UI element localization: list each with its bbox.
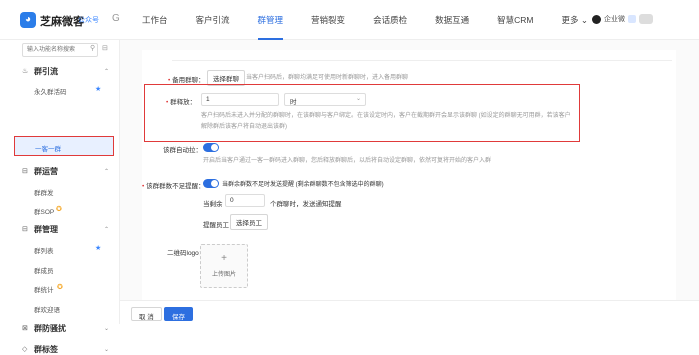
account-label[interactable]: 公众号 [78,15,99,25]
sidebar-group-manage[interactable]: 群管理 [34,224,58,235]
chevron-up-icon[interactable]: ⌃ [104,226,109,233]
remain-prefix: 当剩余 [203,201,223,208]
group-manage-icon: ⊟ [22,226,28,233]
cancel-button[interactable]: 取 消 [131,307,162,321]
not-enough-toggle[interactable] [203,179,219,188]
upload-image-button[interactable]: + 上传图片 [200,244,248,288]
sidebar-item-stats[interactable]: 群统计 [34,284,54,294]
divider [172,60,672,61]
remain-count-input[interactable] [225,194,265,207]
collapse-icon[interactable]: ⊟ [102,44,108,52]
switch-icon[interactable]: G [112,13,120,24]
autopull-toggle[interactable] [203,143,219,152]
not-enough-hint: 当群余群数不足时发送提醒 (剩余群聊数不包含筛选中的群聊) [222,182,384,188]
sidebar-item-group-list[interactable]: 群列表 [34,245,54,255]
nav-group-management[interactable]: 群管理 [244,0,298,40]
release-unit-select[interactable]: 时 ⌄ [284,93,366,106]
sidebar-group-ops[interactable]: 群运营 [34,166,58,177]
user-menu[interactable]: 企业微 [592,14,653,24]
upload-image-label: 上传图片 [211,272,236,278]
sidebar-item-sop[interactable]: 群SOP [34,206,54,216]
save-button[interactable]: 保存 [164,307,193,321]
release-time-input[interactable] [201,93,279,106]
user-name: 企业微 [604,16,625,23]
vip-medal-icon: ✪ [56,206,62,213]
group-ops-icon: ⊟ [22,168,28,175]
backup-group-label: • 备用群聊： [168,77,205,84]
chevron-down-icon: ⌄ [355,96,361,102]
form-footer [120,300,699,324]
function-search-input[interactable] [22,43,98,57]
remain-suffix: 个群聊时，发送通知提醒 [270,201,342,208]
chevron-down-icon[interactable]: ⌄ [104,325,109,332]
not-enough-label-text: 该群群数不足提醒： [146,183,205,190]
star-icon[interactable]: ★ [95,244,101,252]
group-anti-harass-icon: ⊠ [22,325,28,332]
select-staff-button[interactable]: 选择员工 [230,214,268,230]
autopull-label: 该群自动拉： [163,147,202,154]
release-label-text: 群释放： [170,99,197,106]
sidebar-group-tags[interactable]: 群标签 [34,344,58,355]
nav-data[interactable]: 数据互通 [421,0,483,40]
sidebar: ⚲ ⊟ ♨ 群引流 ⌃ 永久群活码 ★ 一客一群 ⊟ 群运营 ⌃ 群群发 群SO… [0,40,120,354]
group-drain-icon: ♨ [22,68,29,75]
sidebar-item-permanent-code[interactable]: 永久群活码 [34,86,67,96]
sidebar-item-one-customer-one-group[interactable]: 一客一群 [14,136,114,156]
nav-customer-acquisition[interactable]: 客户引流 [182,0,244,40]
autopull-hint: 开启后当客户通过一客一群码进入群聊，您后释放群聊后，以后将自动设定群聊，依然可复… [203,158,492,164]
sidebar-item-welcome[interactable]: 群欢迎语 [34,304,60,314]
nav-marketing[interactable]: 营销裂变 [297,0,359,40]
main-nav: 工作台 客户引流 群管理 营销裂变 会话质检 数据互通 智慧CRM 更多 ⌄ [128,0,602,40]
sidebar-item-members[interactable]: 群成员 [34,265,54,275]
group-tag-icon: ◇ [22,346,28,353]
chevron-up-icon[interactable]: ⌃ [104,68,109,75]
chevron-up-icon[interactable]: ⌃ [104,168,109,175]
app-logo-icon: ◕ [20,12,36,28]
sidebar-group-anti-harass[interactable]: 群防骚扰 [34,323,66,334]
nav-crm[interactable]: 智慧CRM [483,0,547,40]
top-bar: ◕ 芝麻微客 公众号 G 工作台 客户引流 群管理 营销裂变 会话质检 数据互通… [0,0,699,40]
release-hint-line2: 解除群后该客户将自动退出该群) [201,124,287,130]
chevron-down-icon[interactable]: ⌄ [104,346,109,353]
star-icon[interactable]: ★ [95,85,101,93]
release-label: • 群释放： [166,99,197,106]
sidebar-item-mass-send[interactable]: 群群发 [34,187,54,197]
sidebar-group-drain[interactable]: 群引流 [34,66,58,77]
sidebar-item-label: 一客一群 [35,146,61,153]
plus-icon: + [221,253,227,264]
search-icon[interactable]: ⚲ [90,44,95,52]
release-unit-value: 时 [290,99,297,106]
nav-qa[interactable]: 会话质检 [359,0,421,40]
release-hint-line1: 客户扫码后未进入并分配的群聊时，在该群聊与客户绑定。在该设定时内，客户在截期群开… [201,113,571,119]
avatar[interactable] [639,14,653,24]
nav-workbench[interactable]: 工作台 [128,0,182,40]
user-status-icon [592,14,601,24]
vip-badge-icon [628,15,636,23]
vip-medal-icon: ✪ [57,284,63,291]
not-enough-label: • 该群群数不足提醒： [142,183,205,190]
backup-group-hint: 当客户扫码后，群聊均满足可使用时新群聊时，进入备用群聊 [246,75,409,81]
backup-group-label-text: 备用群聊： [172,77,205,84]
